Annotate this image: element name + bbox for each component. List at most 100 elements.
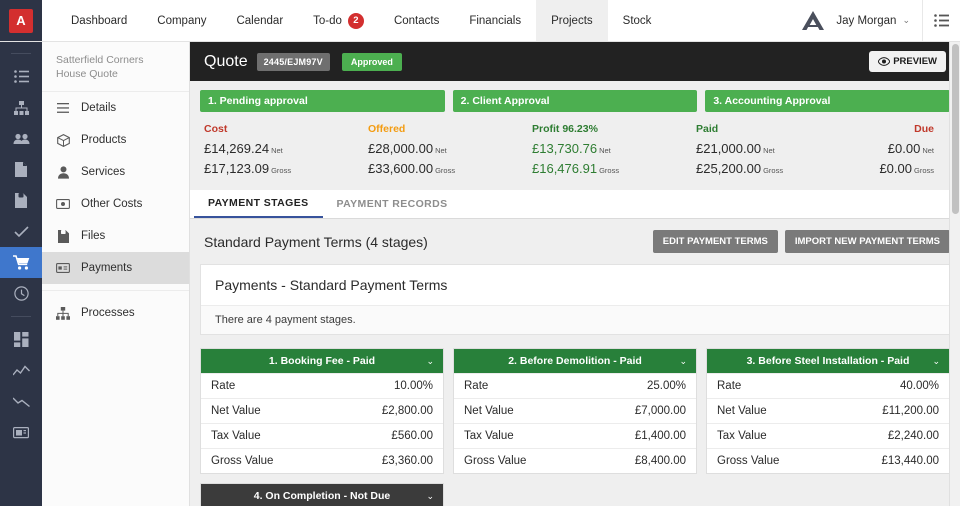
sidebar-item-products[interactable]: Products: [42, 124, 189, 156]
app-logo[interactable]: A: [0, 0, 42, 41]
quote-reference-badge: 2445/EJM97V: [256, 52, 330, 71]
app-body: Satterfield Corners House Quote Details …: [0, 42, 960, 506]
financial-gross-row: £25,200.00 Gross: [696, 159, 860, 179]
card-header[interactable]: 3. Before Steel Installation - Paid ⌄: [707, 349, 949, 373]
rail-item-org-chart-icon[interactable]: [0, 92, 42, 123]
financial-net-row: £28,000.00 Net: [368, 139, 532, 159]
rail-item-file-icon[interactable]: [0, 185, 42, 216]
gross-suffix: Gross: [599, 165, 620, 175]
financial-gross-row: £17,123.09 Gross: [204, 159, 368, 179]
payment-stage-card-3: 3. Before Steel Installation - Paid ⌄ Ra…: [706, 348, 950, 474]
row-label: Rate: [464, 380, 489, 392]
financial-gross-value: £17,123.09: [204, 160, 270, 176]
card-header[interactable]: 4. On Completion - Not Due ⌄: [201, 484, 443, 506]
card-row-gross: Gross Value £13,440.00: [707, 448, 949, 473]
card-header[interactable]: 2. Before Demolition - Paid ⌄: [454, 349, 696, 373]
sidebar-item-label: Payments: [81, 262, 133, 275]
edit-payment-terms-button[interactable]: EDIT PAYMENT TERMS: [652, 230, 778, 253]
sidebar-item-details[interactable]: Details: [42, 92, 189, 124]
rail-item-check-icon[interactable]: [0, 216, 42, 247]
chevron-down-icon[interactable]: ⌄: [426, 356, 434, 367]
sidebar-item-label: Processes: [81, 307, 135, 320]
financial-net-value: £13,730.76: [532, 141, 598, 156]
card-row-net: Net Value £2,800.00: [201, 398, 443, 423]
vertical-scrollbar[interactable]: [949, 42, 960, 506]
financial-label: Due: [914, 123, 934, 135]
sidebar-item-processes[interactable]: Processes: [42, 297, 189, 329]
nav-item-company[interactable]: Company: [142, 0, 221, 41]
sidebar-item-files[interactable]: Files: [42, 220, 189, 252]
tab-payment-records[interactable]: PAYMENT RECORDS: [323, 190, 462, 218]
financial-gross-row: £16,476.91 Gross: [532, 159, 696, 179]
card-header[interactable]: 1. Booking Fee - Paid ⌄: [201, 349, 443, 373]
approval-stage-1[interactable]: 1. Pending approval: [200, 90, 445, 112]
main-nav-items: Dashboard Company Calendar To-do 2 Conta…: [42, 0, 798, 41]
scrollbar-thumb[interactable]: [952, 44, 959, 214]
rail-item-trend-down-icon[interactable]: [0, 386, 42, 417]
nav-item-dashboard[interactable]: Dashboard: [56, 0, 142, 41]
sidebar-item-label: Other Costs: [81, 198, 143, 211]
financial-label: Profit 96.23%: [532, 123, 598, 135]
financial-label: Offered: [368, 123, 406, 135]
row-label: Rate: [717, 380, 742, 392]
user-name[interactable]: Jay Morgan: [828, 15, 902, 27]
rail-divider-top: [11, 53, 31, 54]
financial-net-row: £14,269.24 Net: [204, 139, 368, 159]
gross-suffix: Gross: [271, 165, 292, 175]
nav-item-contacts[interactable]: Contacts: [379, 0, 454, 41]
net-suffix: Net: [922, 146, 934, 155]
row-label: Rate: [211, 380, 236, 392]
nav-item-calendar[interactable]: Calendar: [221, 0, 298, 41]
financial-net-row: £21,000.00 Net: [696, 139, 860, 159]
financial-gross-value: £16,476.91: [532, 160, 598, 176]
row-label: Gross Value: [717, 455, 780, 467]
financial-gross-value: £33,600.00: [368, 160, 434, 176]
project-title: Satterfield Corners House Quote: [42, 42, 189, 93]
chevron-down-icon[interactable]: ⌄: [426, 491, 434, 502]
nav-item-financials[interactable]: Financials: [454, 0, 536, 41]
rail-item-people-icon[interactable]: [0, 123, 42, 154]
financial-gross-value: £0.00: [879, 160, 912, 176]
card-row-rate: Rate 25.00%: [454, 373, 696, 398]
row-label: Gross Value: [464, 455, 527, 467]
gross-suffix: Gross: [763, 165, 784, 175]
rail-item-document-icon[interactable]: [0, 154, 42, 185]
row-value: £13,440.00: [881, 455, 939, 467]
rail-item-shopping-cart-icon[interactable]: [0, 247, 42, 278]
sidebar-item-payments[interactable]: Payments: [42, 252, 189, 285]
net-suffix: Net: [763, 146, 775, 155]
tab-payment-stages[interactable]: PAYMENT STAGES: [194, 190, 323, 218]
sidebar-item-services[interactable]: Services: [42, 156, 189, 188]
rail-divider-mid: [11, 316, 31, 317]
rail-item-clock-icon[interactable]: [0, 278, 42, 309]
row-value: £7,000.00: [634, 405, 686, 417]
card-row-rate: Rate 40.00%: [707, 373, 949, 398]
financial-column-offered: Offered £28,000.00 Net £33,600.00 Gross: [368, 123, 532, 178]
rail-item-dashboard-grid-icon[interactable]: [0, 324, 42, 355]
row-label: Net Value: [717, 405, 767, 417]
sidebar-item-label: Services: [81, 166, 126, 179]
preview-button[interactable]: PREVIEW: [869, 51, 946, 72]
approval-stage-3[interactable]: 3. Accounting Approval: [705, 90, 951, 112]
row-value: £11,200.00: [882, 405, 939, 417]
nav-label: To-do: [313, 14, 342, 27]
nav-item-todo[interactable]: To-do 2: [298, 0, 379, 41]
financial-column-due: Due £0.00 Net £0.00 Gross: [860, 123, 950, 178]
list-menu-icon[interactable]: [922, 0, 960, 41]
nav-item-stock[interactable]: Stock: [608, 0, 667, 41]
row-value: 25.00%: [646, 380, 686, 392]
nav-item-projects[interactable]: Projects: [536, 0, 608, 41]
row-value: £8,400.00: [634, 455, 686, 467]
chevron-down-icon[interactable]: ⌄: [679, 356, 687, 367]
rail-item-card-image-icon[interactable]: [0, 417, 42, 448]
payments-panel-note: There are 4 payment stages.: [201, 306, 949, 334]
chevron-down-icon[interactable]: ⌄: [932, 356, 940, 367]
sidebar-item-other-costs[interactable]: Other Costs: [42, 188, 189, 220]
rail-item-list-icon[interactable]: [0, 61, 42, 92]
import-payment-terms-button[interactable]: IMPORT NEW PAYMENT TERMS: [784, 230, 950, 253]
rail-item-trend-up-icon[interactable]: [0, 355, 42, 386]
nav-label: Projects: [551, 14, 593, 27]
chevron-down-icon[interactable]: ⌄: [902, 15, 922, 26]
approval-stage-2[interactable]: 2. Client Approval: [452, 90, 698, 112]
card-title: 4. On Completion - Not Due: [253, 490, 391, 502]
